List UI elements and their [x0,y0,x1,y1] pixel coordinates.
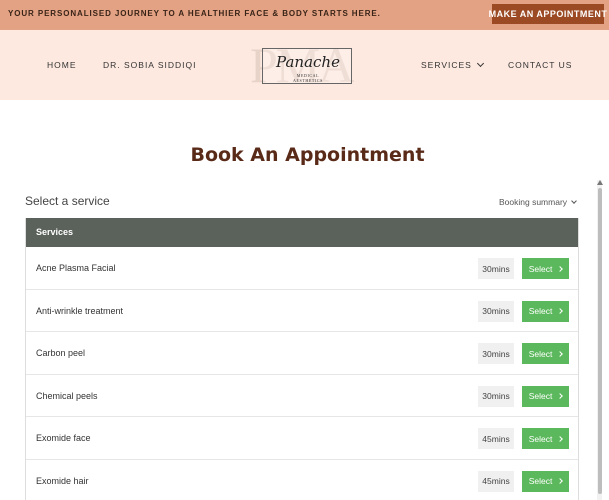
services-list: Acne Plasma Facial 30mins Select Anti-wrink… [26,247,578,500]
service-name: Exomide face [36,433,91,444]
service-duration: 30mins [478,385,514,407]
nav-home[interactable]: HOME [47,60,77,70]
chevron-right-icon [557,393,564,400]
select-service-button[interactable]: Select [522,428,569,450]
site-logo[interactable]: PMA Panache MEDICAL AESTHETICS [250,38,368,92]
service-name: Exomide hair [36,475,89,486]
services-table: Services Acne Plasma Facial 30mins Select A… [25,218,579,500]
select-service-button[interactable]: Select [522,300,569,322]
select-label: Select [528,391,553,402]
service-name: Carbon peel [36,348,86,359]
service-name: Anti-wrinkle treatment [36,305,124,316]
scroll-up-icon[interactable] [597,180,603,185]
table-row: Chemical peels 30mins Select [26,375,578,418]
service-duration: 45mins [478,428,514,450]
scrollbar-thumb[interactable] [598,188,602,494]
section-title: Select a service [25,194,110,208]
table-header: Services [26,218,578,247]
select-label: Select [528,263,553,274]
nav-contact[interactable]: CONTACT US [508,60,572,70]
chevron-down-icon [476,59,484,68]
page-title: Book An Appointment [190,144,425,166]
logo-script: Panache [276,53,340,71]
nav-services[interactable]: SERVICES [421,59,484,70]
main-navigation: HOME DR. SOBIA SIDDIQI PMA Panache MEDIC… [0,30,609,100]
logo-line-2: AESTHETICS [293,78,323,83]
nav-doctor[interactable]: DR. SOBIA SIDDIQI [103,60,197,70]
chevron-right-icon [557,265,564,272]
select-service-button[interactable]: Select [522,343,569,365]
select-service-button[interactable]: Select [522,470,569,492]
select-label: Select [528,306,553,317]
select-label: Select [528,433,553,444]
select-service-button[interactable]: Select [522,258,569,279]
chevron-down-icon [571,198,577,204]
table-row: Carbon peel 30mins Select [26,332,578,375]
select-label: Select [528,348,553,359]
chevron-right-icon [557,478,564,485]
announcement-text: YOUR PERSONALISED JOURNEY TO A HEALTHIER… [8,9,381,18]
announcement-bar: YOUR PERSONALISED JOURNEY TO A HEALTHIER… [0,0,609,30]
service-duration: 30mins [478,300,514,322]
chevron-right-icon [557,308,564,314]
service-duration: 30mins [478,343,514,365]
chevron-right-icon [557,436,564,442]
table-row: Exomide face 45mins Select [26,417,578,460]
make-appointment-button[interactable]: MAKE AN APPOINTMENT [489,4,607,24]
booking-summary-toggle[interactable]: Booking summary [499,197,577,207]
logo-box: Panache MEDICAL AESTHETICS [262,48,352,84]
select-service-button[interactable]: Select [522,385,569,407]
service-name: Chemical peels [36,390,98,401]
service-duration: 30mins [478,258,514,279]
service-name: Acne Plasma Facial [36,263,116,273]
table-row: Exomide hair 45mins Select [26,460,578,500]
booking-summary-label: Booking summary [499,197,568,207]
service-duration: 45mins [478,470,514,492]
chevron-right-icon [557,350,564,357]
select-label: Select [528,476,553,487]
table-row: Acne Plasma Facial 30mins Select [26,247,578,290]
nav-services-label: SERVICES [421,60,472,70]
table-row: Anti-wrinkle treatment 30mins Select [26,290,578,333]
